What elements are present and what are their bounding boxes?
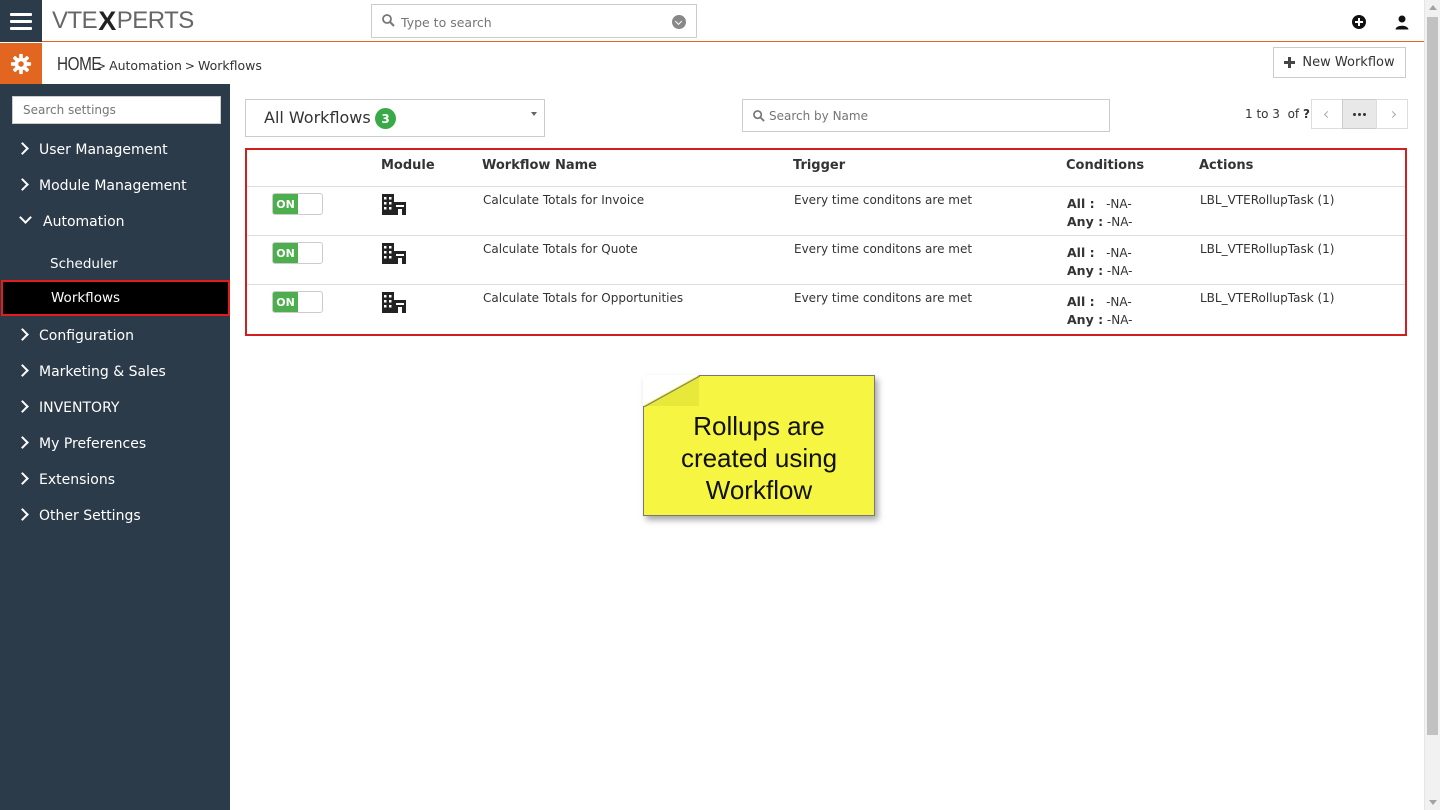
workflow-trigger: Every time conditons are met	[794, 242, 973, 256]
scroll-down-icon[interactable]	[1429, 800, 1437, 805]
workflow-conditions: All : -NA- Any : -NA-	[1067, 196, 1133, 229]
caret-down-icon	[531, 112, 537, 116]
workflow-action: LBL_VTERollupTask (1)	[1200, 193, 1335, 207]
settings-search-input[interactable]	[12, 96, 221, 124]
search-dropdown-icon[interactable]	[672, 15, 686, 29]
page-jump-button[interactable]	[1342, 99, 1377, 129]
chevron-right-icon	[16, 400, 29, 413]
building-icon	[382, 243, 406, 264]
sub-bar: HOME > Automation > Workflows New Workfl…	[0, 43, 1424, 84]
more-icon	[1353, 112, 1366, 116]
add-circle-icon[interactable]	[1352, 15, 1366, 29]
new-workflow-button[interactable]: New Workflow	[1273, 47, 1406, 78]
header-workflow-name[interactable]: Workflow Name	[482, 158, 597, 173]
plus-icon	[1284, 57, 1296, 68]
pager-text: 1 to 3 of ?	[1245, 107, 1310, 121]
workflow-conditions: All : -NA- Any : -NA-	[1067, 245, 1133, 278]
chevron-left-icon	[1323, 110, 1331, 118]
chevron-right-icon	[16, 472, 29, 485]
sidebar-item-automation[interactable]: Automation	[0, 204, 230, 240]
chevron-right-icon	[16, 178, 29, 191]
table-header: Module Workflow Name Trigger Conditions …	[247, 150, 1405, 187]
workflow-trigger: Every time conditons are met	[794, 193, 973, 207]
workflow-name[interactable]: Calculate Totals for Invoice	[483, 193, 644, 207]
sidebar-item-configuration[interactable]: Configuration	[0, 318, 230, 354]
workflow-name[interactable]: Calculate Totals for Quote	[483, 242, 638, 256]
search-by-name	[742, 99, 1110, 132]
vertical-scrollbar[interactable]	[1424, 0, 1440, 810]
sidebar-subitem-workflows[interactable]: Workflows	[1, 280, 230, 316]
breadcrumb-automation[interactable]: Automation	[109, 58, 182, 73]
user-icon[interactable]	[1394, 14, 1410, 30]
scroll-up-icon[interactable]	[1429, 5, 1437, 10]
chevron-right-icon	[16, 436, 29, 449]
workflow-action: LBL_VTERollupTask (1)	[1200, 242, 1335, 256]
status-toggle[interactable]: ON	[272, 193, 323, 215]
sticky-note-callout: Rollups are created using Workflow	[643, 375, 875, 516]
chevron-right-icon: >	[184, 59, 195, 73]
search-icon	[753, 110, 765, 122]
breadcrumb-workflows: Workflows	[197, 58, 262, 73]
logo[interactable]: VTE X PERTS	[52, 6, 194, 36]
sidebar-item-user-management[interactable]: User Management	[0, 132, 230, 168]
note-text: Rollups are created using Workflow	[680, 411, 838, 505]
top-bar: VTE X PERTS	[0, 0, 1440, 42]
search-icon	[382, 14, 395, 27]
sidebar-item-module-management[interactable]: Module Management	[0, 168, 230, 204]
sidebar-item-extensions[interactable]: Extensions	[0, 462, 230, 498]
sidebar-item-inventory[interactable]: INVENTORY	[0, 390, 230, 426]
header-trigger[interactable]: Trigger	[793, 158, 845, 173]
total-count-button[interactable]: ?	[1303, 107, 1310, 121]
breadcrumb: HOME > Automation > Workflows	[57, 54, 262, 75]
next-page-button[interactable]	[1376, 99, 1408, 129]
table-row[interactable]: ON Calculate Totals for Invoice Every ti…	[247, 187, 1405, 236]
prev-page-button[interactable]	[1311, 99, 1343, 129]
workflow-trigger: Every time conditons are met	[794, 291, 973, 305]
table-row[interactable]: ON Calculate Totals for Quote Every time…	[247, 236, 1405, 285]
settings-sidebar: User Management Module Management Automa…	[0, 84, 230, 810]
status-toggle[interactable]: ON	[272, 242, 323, 264]
global-search	[371, 4, 697, 38]
header-actions[interactable]: Actions	[1199, 158, 1253, 173]
workflow-conditions: All : -NA- Any : -NA-	[1067, 294, 1133, 327]
chevron-right-icon	[16, 142, 29, 155]
building-icon	[382, 292, 406, 313]
chevron-right-icon	[16, 328, 29, 341]
chevron-right-icon	[1388, 110, 1396, 118]
breadcrumb-home[interactable]: HOME	[57, 54, 102, 75]
workflow-filter-select[interactable]: All Workflows 3	[245, 99, 545, 137]
gear-icon	[10, 53, 32, 74]
sidebar-subitem-scheduler[interactable]: Scheduler	[0, 246, 230, 282]
status-toggle[interactable]: ON	[272, 291, 323, 313]
table-row[interactable]: ON Calculate Totals for Opportunities Ev…	[247, 285, 1405, 334]
menu-icon[interactable]	[0, 0, 42, 42]
chevron-down-icon	[19, 211, 32, 224]
chevron-right-icon	[16, 508, 29, 521]
sidebar-item-my-preferences[interactable]: My Preferences	[0, 426, 230, 462]
workflow-table: Module Workflow Name Trigger Conditions …	[245, 148, 1407, 336]
workflow-action: LBL_VTERollupTask (1)	[1200, 291, 1335, 305]
sidebar-item-other-settings[interactable]: Other Settings	[0, 498, 230, 534]
chevron-right-icon	[16, 364, 29, 377]
global-search-input[interactable]	[401, 12, 661, 32]
header-conditions[interactable]: Conditions	[1066, 158, 1144, 173]
header-module[interactable]: Module	[381, 158, 435, 173]
sidebar-item-marketing-sales[interactable]: Marketing & Sales	[0, 354, 230, 390]
search-by-name-input[interactable]	[769, 107, 1089, 125]
settings-gear-icon[interactable]	[0, 43, 42, 84]
building-icon	[382, 194, 406, 215]
scroll-thumb[interactable]	[1427, 17, 1438, 735]
workflow-name[interactable]: Calculate Totals for Opportunities	[483, 291, 683, 305]
count-badge: 3	[375, 108, 396, 129]
